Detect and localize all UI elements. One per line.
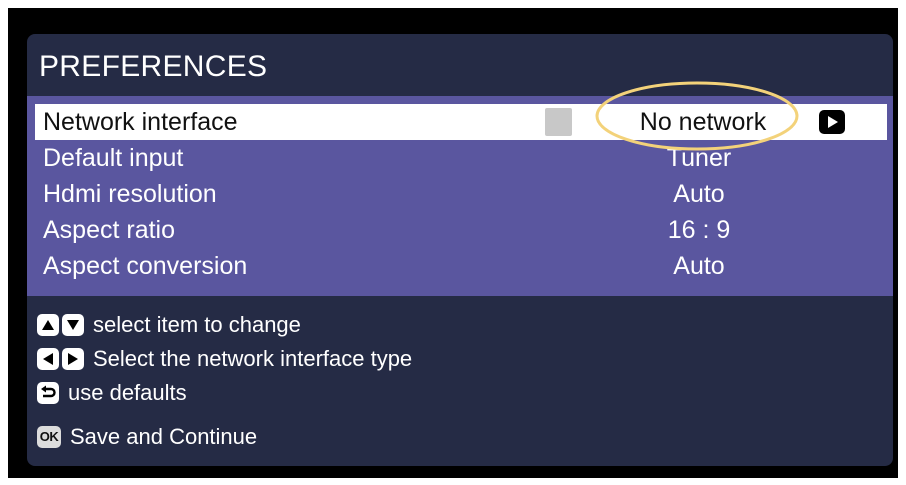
menu-item-value: 16 : 9 <box>667 216 731 244</box>
menu-item-aspect-conversion[interactable]: Aspect conversion Auto <box>35 248 887 284</box>
menu-item-label: Default input <box>43 144 184 172</box>
help-text: select item to change <box>93 312 301 337</box>
help-line-network-type: Select the network interface type <box>37 344 412 374</box>
up-arrow-key-icon <box>37 314 59 336</box>
menu-item-label: Network interface <box>43 108 238 136</box>
help-text: use defaults <box>68 380 187 405</box>
help-text: Select the network interface type <box>93 346 413 371</box>
menu-item-aspect-ratio[interactable]: Aspect ratio 16 : 9 <box>35 212 887 248</box>
highlight-ellipse <box>595 81 799 151</box>
menu-item-hdmi-resolution[interactable]: Hdmi resolution Auto <box>35 176 887 212</box>
preferences-panel: PREFERENCES Network interface No network… <box>27 34 893 466</box>
menu-item-label: Aspect ratio <box>43 216 176 244</box>
back-key-icon <box>37 382 59 404</box>
option-indicator-icon <box>545 108 572 136</box>
page-title: PREFERENCES <box>39 50 268 83</box>
help-line-save: OK Save and Continue <box>37 422 257 452</box>
down-arrow-key-icon <box>62 314 84 336</box>
right-arrow-icon[interactable] <box>819 110 845 134</box>
left-arrow-key-icon <box>37 348 59 370</box>
menu-item-value: Auto <box>673 180 725 208</box>
help-line-select-item: select item to change <box>37 310 301 340</box>
menu-item-label: Aspect conversion <box>43 252 248 280</box>
ok-key-icon: OK <box>37 426 61 448</box>
menu-item-value: Auto <box>673 252 725 280</box>
right-arrow-key-icon <box>62 348 84 370</box>
help-text: Save and Continue <box>70 424 258 449</box>
menu-item-label: Hdmi resolution <box>43 180 217 208</box>
help-line-use-defaults: use defaults <box>37 378 187 408</box>
